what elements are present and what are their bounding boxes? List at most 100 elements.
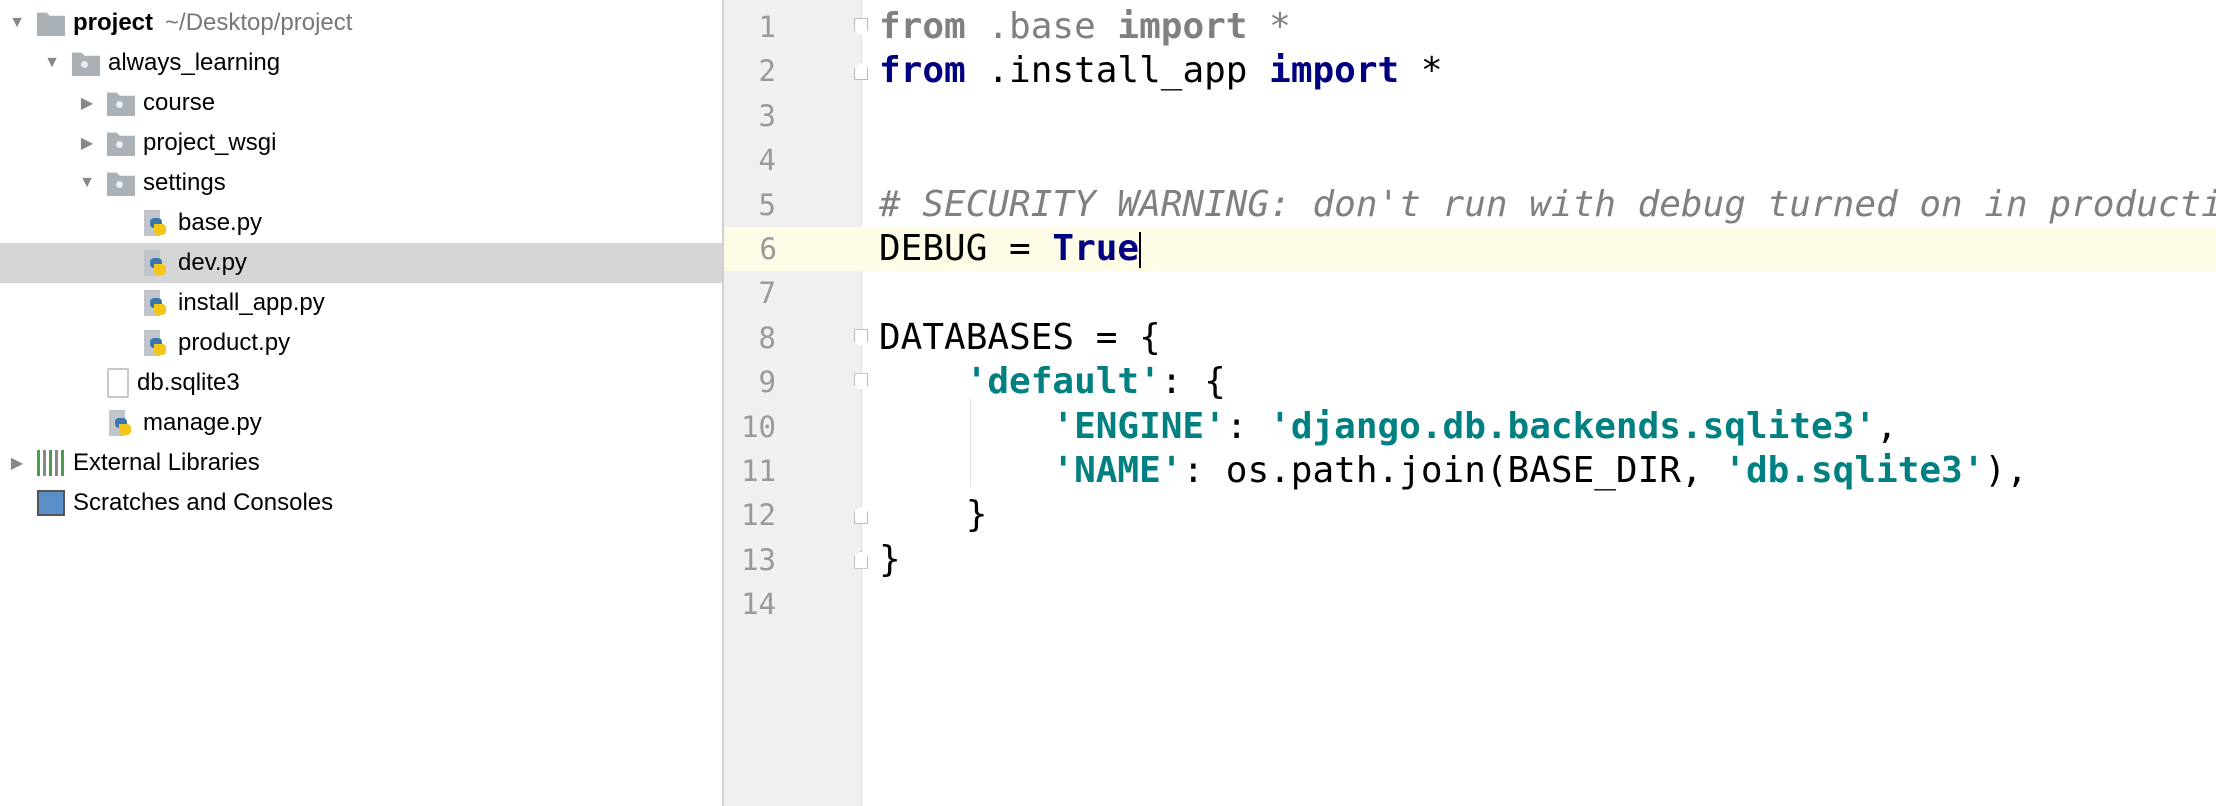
scratches-icon <box>37 490 65 516</box>
line-number: 7 <box>758 276 776 311</box>
line-number: 9 <box>758 365 776 400</box>
line-number: 2 <box>758 54 776 89</box>
expanded-arrow-icon[interactable]: ▼ <box>42 54 62 72</box>
code-token: 'db.sqlite3' <box>1724 450 1985 491</box>
code-token: * <box>1247 6 1291 47</box>
line-number: 12 <box>741 498 776 533</box>
tree-item-label: manage.py <box>143 409 262 436</box>
line-number: 11 <box>741 454 776 488</box>
tree-item-label: always_learning <box>108 49 281 76</box>
tree-item[interactable]: ▶ course <box>0 83 722 123</box>
code-line[interactable] <box>862 271 2216 315</box>
code-token: } <box>879 538 901 580</box>
tree-item-label: project <box>73 9 154 36</box>
code-token: * <box>1399 50 1443 92</box>
code-token: DATABASES = { <box>879 316 1161 358</box>
tree-item[interactable]: manage.py <box>0 403 722 443</box>
tree-item[interactable]: ▼ settings <box>0 163 722 203</box>
python-file-icon <box>107 410 135 436</box>
tree-item[interactable]: ▼ project ~/Desktop/project <box>0 3 722 43</box>
line-number: 1 <box>758 10 776 44</box>
line-number: 14 <box>741 587 776 622</box>
libraries-icon <box>37 450 65 476</box>
code-token: import <box>1117 6 1248 47</box>
code-line[interactable]: } <box>862 493 2216 537</box>
tree-item-label: dev.py <box>178 249 247 276</box>
code-line[interactable] <box>862 94 2216 138</box>
tree-item-label: base.py <box>178 209 263 236</box>
tree-item[interactable]: dev.py <box>0 243 722 283</box>
file-icon <box>107 368 129 398</box>
python-file-icon <box>142 210 170 236</box>
line-number: 6 <box>724 227 862 271</box>
python-file-icon <box>142 250 170 276</box>
text-caret <box>1139 232 1142 268</box>
collapsed-arrow-icon[interactable]: ▶ <box>7 453 27 473</box>
tree-item-label: Scratches and Consoles <box>73 489 334 516</box>
tree-item-label: settings <box>143 169 226 196</box>
tree-item-label: course <box>143 89 216 116</box>
expanded-arrow-icon[interactable]: ▼ <box>77 174 97 192</box>
tree-item-label: install_app.py <box>178 289 325 316</box>
tree-item[interactable]: ▶ External Libraries <box>0 443 722 483</box>
code-token: # SECURITY WARNING: don't run with debug… <box>879 183 2216 225</box>
tree-item[interactable]: install_app.py <box>0 283 722 323</box>
line-number: 4 <box>758 143 776 178</box>
line-number: 10 <box>741 409 776 444</box>
tree-item[interactable]: Scratches and Consoles <box>0 483 722 523</box>
project-tree: ▼ project ~/Desktop/project ▼ always_learnin… <box>0 0 724 806</box>
code-line[interactable]: from .install_app import * <box>862 49 2216 93</box>
code-token: 'ENGINE' <box>1052 405 1226 447</box>
code-token: ), <box>1984 450 2028 491</box>
tree-item[interactable]: ▶ project_wsgi <box>0 123 722 163</box>
tree-item-label: product.py <box>178 329 291 356</box>
tree-item[interactable]: base.py <box>0 203 722 243</box>
code-token: : { <box>1160 361 1226 403</box>
code-token: , <box>1876 405 1898 447</box>
code-line[interactable]: 'default': { <box>862 360 2216 404</box>
code-token: .install_app <box>965 50 1270 92</box>
collapsed-arrow-icon[interactable]: ▶ <box>77 93 97 113</box>
package-folder-icon <box>107 132 135 156</box>
tree-item-label: project_wsgi <box>143 129 277 156</box>
code-token: DEBUG = <box>879 228 1053 269</box>
expanded-arrow-icon[interactable]: ▼ <box>7 14 27 32</box>
code-line[interactable]: # SECURITY WARNING: don't run with debug… <box>862 183 2216 227</box>
tree-item[interactable]: product.py <box>0 323 722 363</box>
code-line[interactable]: } <box>862 538 2216 582</box>
code-token: .base <box>965 6 1118 47</box>
package-folder-icon <box>107 92 135 116</box>
line-number: 13 <box>741 542 776 577</box>
project-path: ~/Desktop/project <box>165 9 353 36</box>
code-line[interactable]: 'ENGINE': 'django.db.backends.sqlite3', <box>862 405 2216 449</box>
code-token: from <box>879 50 966 92</box>
tree-item-label: db.sqlite3 <box>137 369 240 396</box>
line-number: 5 <box>758 187 776 222</box>
code-line[interactable] <box>862 138 2216 182</box>
code-token: True <box>1052 228 1140 269</box>
tree-item-label: External Libraries <box>73 449 260 476</box>
code-token: 'default' <box>965 361 1161 403</box>
code-token: : os.path.join(BASE_DIR, <box>1182 450 1725 491</box>
package-folder-icon <box>107 172 135 196</box>
code-line[interactable] <box>862 582 2216 626</box>
folder-icon <box>37 12 65 36</box>
tree-item[interactable]: db.sqlite3 <box>0 363 722 403</box>
code-line[interactable]: DATABASES = { <box>862 316 2216 360</box>
code-token: from <box>879 6 966 47</box>
code-line[interactable]: from .base import * <box>862 5 2216 49</box>
package-folder-icon <box>72 52 100 76</box>
code-token: 'NAME' <box>1052 450 1183 491</box>
code-token: 'django.db.backends.sqlite3' <box>1269 405 1877 447</box>
code-line[interactable]: 'NAME': os.path.join(BASE_DIR, 'db.sqlit… <box>862 449 2216 493</box>
collapsed-arrow-icon[interactable]: ▶ <box>77 133 97 153</box>
python-file-icon <box>142 330 170 356</box>
code-line[interactable]: DEBUG = True <box>862 227 2216 271</box>
line-number: 3 <box>758 98 776 133</box>
code-token: } <box>879 494 988 536</box>
tree-item[interactable]: ▼ always_learning <box>0 43 722 83</box>
line-number: 8 <box>758 320 776 355</box>
